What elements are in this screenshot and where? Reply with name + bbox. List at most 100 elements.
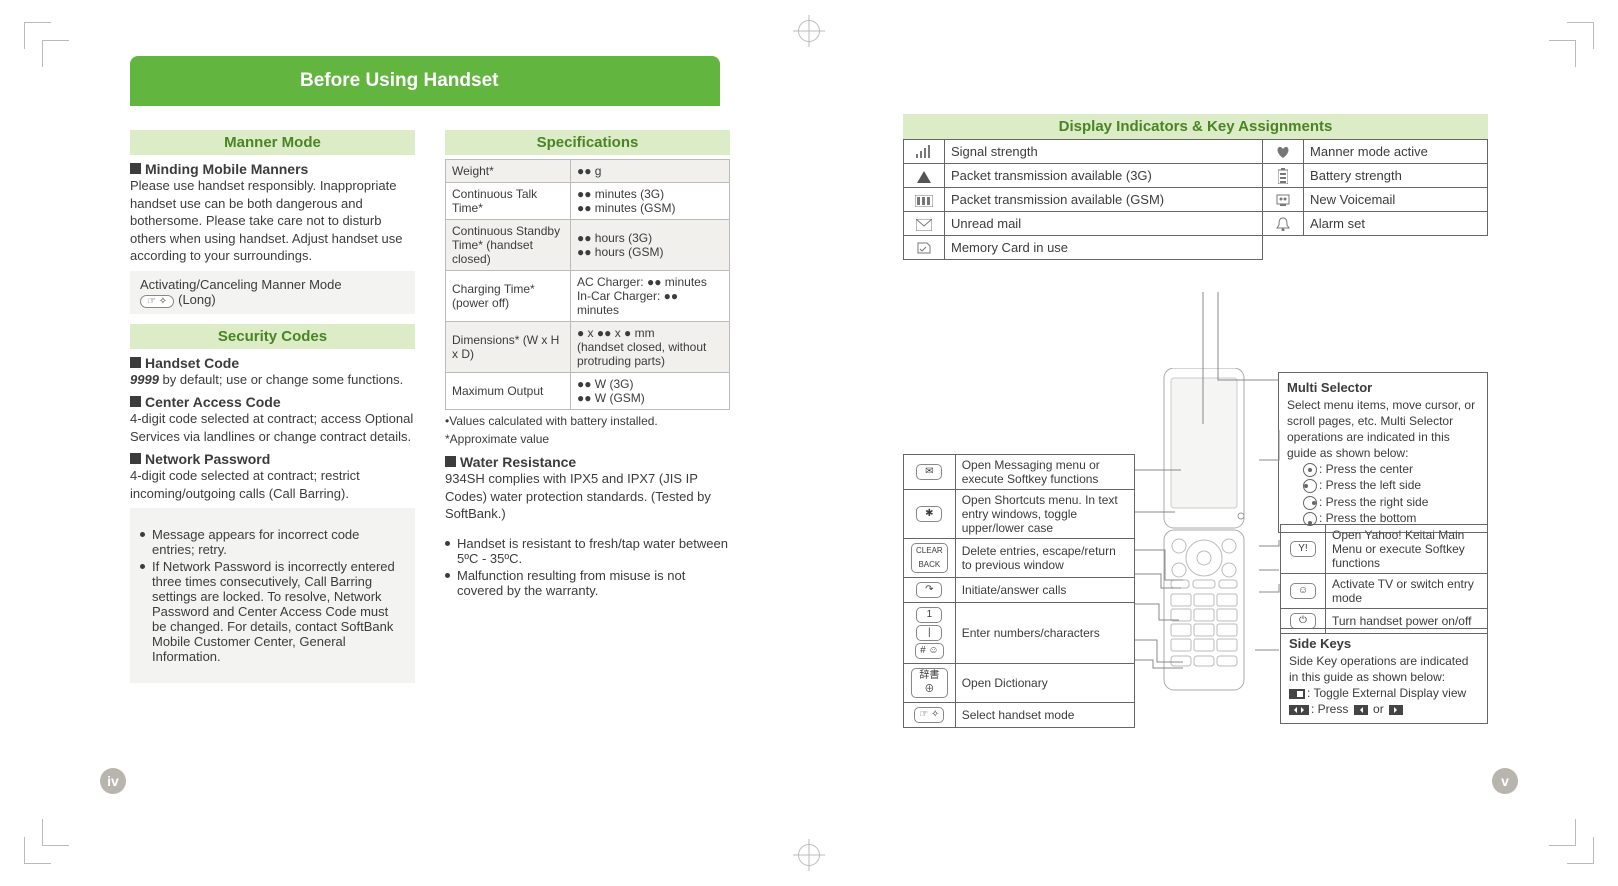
spec-table: Weight*●● gContinuous Talk Time*●● minut… — [445, 159, 730, 410]
square-icon — [445, 456, 456, 467]
ind-text: Unread mail — [945, 212, 1263, 236]
spec-value: ●● minutes (3G)●● minutes (GSM) — [570, 183, 729, 220]
ind-icon-tri — [904, 164, 945, 188]
spec-foot1: Values calculated with battery installed… — [449, 414, 658, 428]
security-callout: Message appears for incorrect code entri… — [130, 508, 415, 683]
key-icon-tv: ☺ — [1281, 574, 1326, 609]
wr-body: 934SH complies with IPX5 and IPX7 (JIS I… — [445, 470, 730, 523]
wr-hd: Water Resistance — [460, 454, 576, 470]
key-icon-short: ✱ — [904, 490, 956, 539]
key-desc: Delete entries, escape/return to previou… — [955, 539, 1134, 578]
spec-label: Dimensions* (W x H x D) — [446, 322, 571, 373]
key-icon-call: ↷ — [904, 578, 956, 603]
key-icon-clear: CLEARBACK — [904, 539, 956, 578]
side-b2: or — [1373, 702, 1384, 716]
sec-h1: Handset Code — [145, 355, 239, 371]
selector-bottom-icon — [1303, 512, 1317, 526]
side-b1: : Press — [1311, 702, 1348, 716]
sec-note2: If Network Password is incorrectly enter… — [140, 559, 405, 664]
multi-l: : Press the left side — [1319, 478, 1421, 492]
ind-text: Memory Card in use — [945, 236, 1263, 260]
crop-mark — [1549, 819, 1576, 846]
spec-foot2: *Approximate value — [445, 432, 730, 446]
manner-hd: Manner Mode — [130, 130, 415, 155]
key-desc: Initiate/answer calls — [955, 578, 1134, 603]
ind-text: Signal strength — [945, 140, 1263, 164]
ind-text: Packet transmission available (GSM) — [945, 188, 1263, 212]
side-display-icon — [1289, 689, 1305, 699]
col-manner-security: Manner Mode Minding Mobile Manners Pleas… — [130, 124, 415, 683]
spec-value: AC Charger: ●● minutesIn-Car Charger: ●●… — [570, 271, 729, 322]
side-left-btn-icon — [1354, 705, 1368, 715]
selector-center-icon — [1303, 463, 1317, 477]
security-hd: Security Codes — [130, 324, 415, 349]
sec-b1: by default; use or change some functions… — [159, 372, 403, 387]
ind-icon-bat — [1263, 164, 1304, 188]
manner-callout: Activating/Canceling Manner Mode ☞ ✧ (Lon… — [130, 271, 415, 314]
multi-c: : Press the center — [1319, 462, 1413, 476]
square-icon — [130, 163, 141, 174]
spec-label: Continuous Talk Time* — [446, 183, 571, 220]
square-icon — [130, 453, 141, 464]
ind-text: Battery strength — [1304, 164, 1488, 188]
ind-icon-bell — [1263, 212, 1304, 236]
left-page: Before Using Handset Manner Mode Minding… — [130, 56, 740, 683]
key-icon-msg: ✉ — [904, 455, 956, 490]
spec-hd: Specifications — [445, 130, 730, 155]
col-spec: Specifications Weight*●● gContinuous Tal… — [445, 124, 730, 683]
multi-b: : Press the bottom — [1319, 511, 1416, 525]
side-keys-box: Side Keys Side Key operations are indica… — [1280, 628, 1488, 724]
sec-b3: 4-digit code selected at contract; restr… — [130, 467, 415, 502]
selector-left-icon — [1303, 479, 1317, 493]
crop-mark — [42, 819, 69, 846]
spec-value: ● x ●● x ● mm(handset closed, without pr… — [570, 322, 729, 373]
key-desc: Open Messaging menu or execute Softkey f… — [955, 455, 1134, 490]
key-desc: Enter numbers/characters — [955, 603, 1134, 664]
handset-illustration — [1149, 368, 1259, 703]
right-page: Display Indicators & Key Assignments Sig… — [903, 114, 1488, 730]
key-desc: Open Shortcuts menu. In text entry windo… — [955, 490, 1134, 539]
ind-text: Manner mode active — [1304, 140, 1488, 164]
manner-sub: Minding Mobile Manners — [145, 161, 308, 177]
page-number-right: v — [1492, 768, 1518, 794]
ind-icon-gsm — [904, 188, 945, 212]
spec-value: ●● hours (3G)●● hours (GSM) — [570, 220, 729, 271]
side-lr-icon — [1289, 705, 1309, 715]
square-icon — [130, 396, 141, 407]
left-key-table: ✉Open Messaging menu or execute Softkey … — [903, 454, 1135, 728]
ind-icon-heart — [1263, 140, 1304, 164]
side-a: : Toggle External Display view — [1307, 686, 1466, 700]
side-body: Side Key operations are indicated in thi… — [1289, 653, 1479, 685]
crop-mark — [42, 40, 69, 67]
manner-call-line1: Activating/Canceling Manner Mode — [140, 277, 405, 292]
key-icon-mode: ☞ ✧ — [904, 703, 956, 728]
multi-r: : Press the right side — [1319, 495, 1428, 509]
selector-right-icon — [1303, 496, 1317, 510]
ind-text: Alarm set — [1304, 212, 1488, 236]
key-icon-dict: 辞書⊕ — [904, 664, 956, 703]
ind-icon-mail — [904, 212, 945, 236]
ind-text: New Voicemail — [1304, 188, 1488, 212]
sec-h3: Network Password — [145, 451, 270, 467]
mode-key-icon: ☞ ✧ — [140, 295, 174, 308]
ind-icon-card — [904, 236, 945, 260]
crop-mark — [1549, 40, 1576, 67]
registration-mark — [798, 844, 820, 866]
multi-ttl: Multi Selector — [1287, 379, 1479, 397]
registration-mark — [798, 20, 820, 42]
ind-icon-signal — [904, 140, 945, 164]
wr-b1: Handset is resistant to fresh/tap water … — [445, 536, 730, 566]
key-desc: Open Dictionary — [955, 664, 1134, 703]
manner-call-line2: (Long) — [178, 292, 216, 307]
spec-label: Charging Time* (power off) — [446, 271, 571, 322]
manner-body: Please use handset responsibly. Inapprop… — [130, 177, 415, 265]
ind-icon-vm — [1263, 188, 1304, 212]
page-spread: Before Using Handset Manner Mode Minding… — [0, 0, 1618, 886]
chapter-tab: Before Using Handset — [130, 56, 720, 106]
wr-b2: Malfunction resulting from misuse is not… — [445, 568, 730, 598]
sec-b2: 4-digit code selected at contract; acces… — [130, 410, 415, 445]
display-ind-table: Signal strength Manner mode active Packet … — [903, 139, 1488, 260]
key-icon-num: 1|# ☺ — [904, 603, 956, 664]
key-desc: Select handset mode — [955, 703, 1134, 728]
key-desc: Activate TV or switch entry mode — [1326, 574, 1488, 609]
